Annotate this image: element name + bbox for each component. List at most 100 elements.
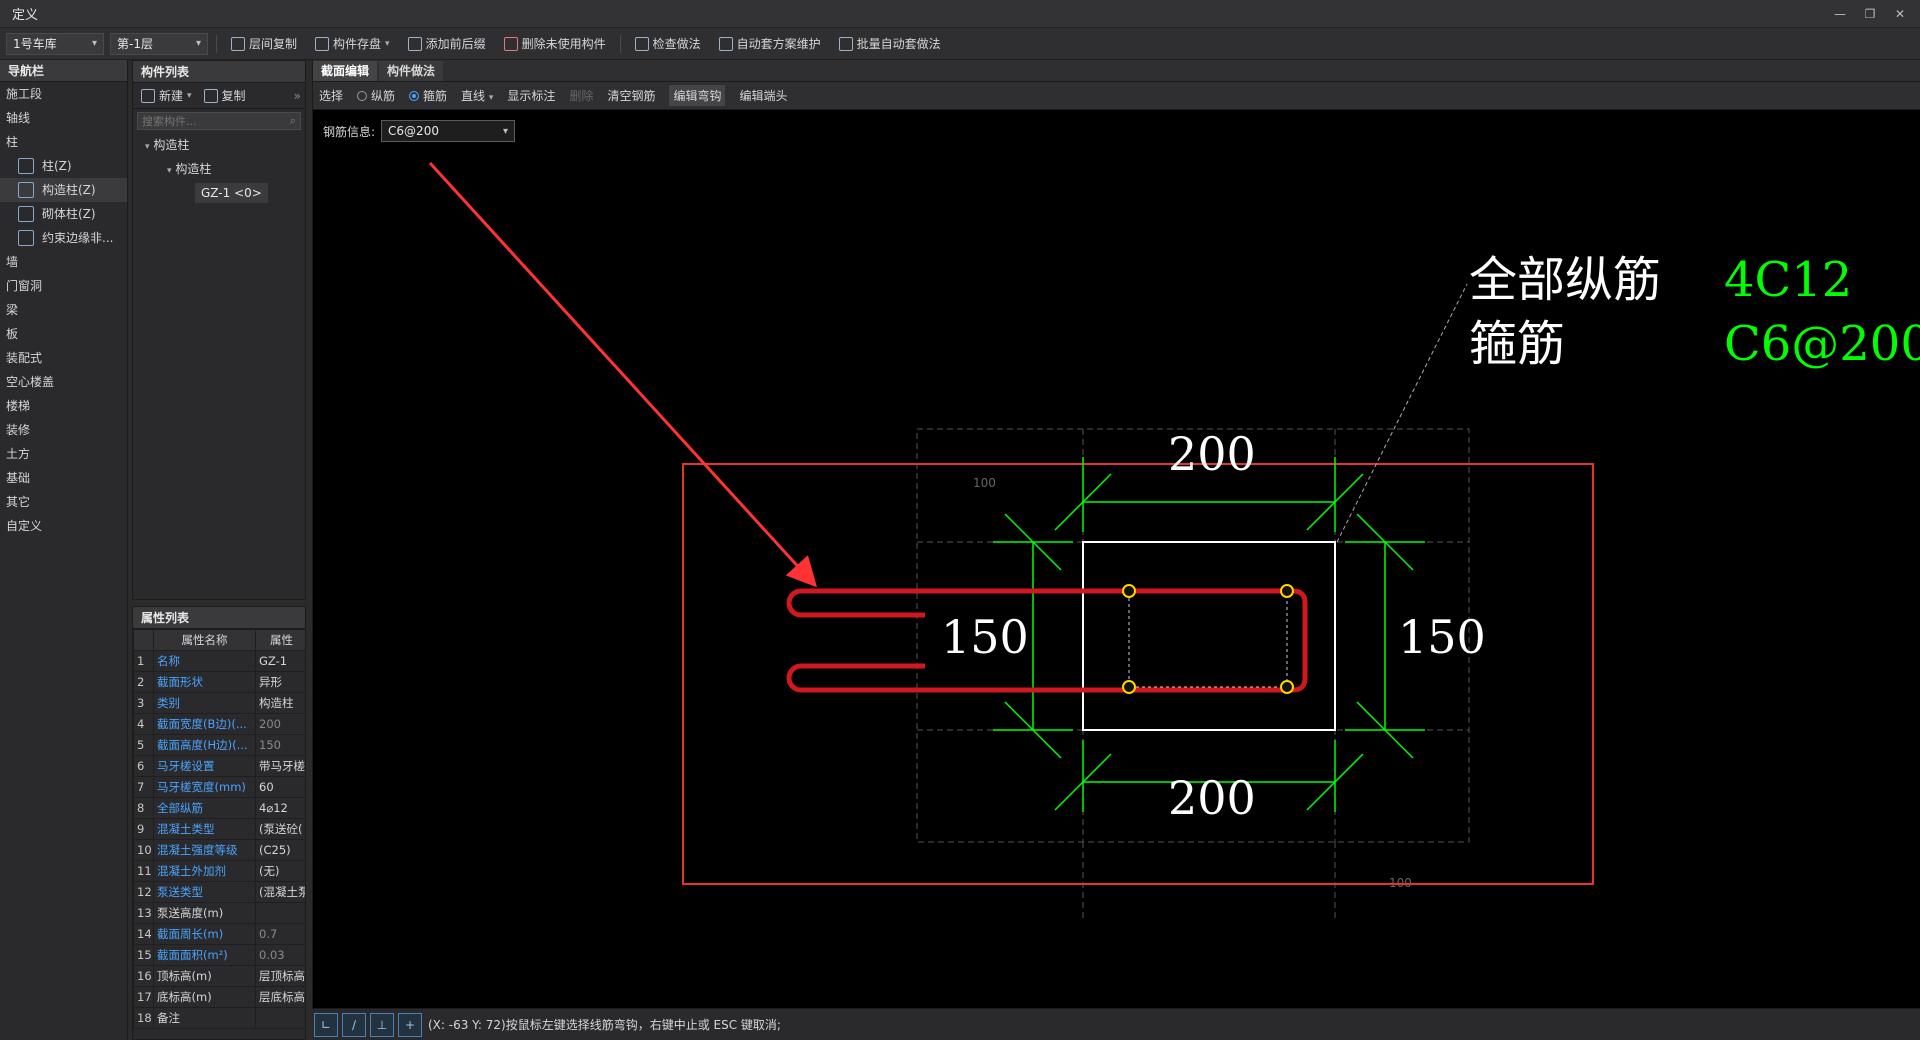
copy-between-floors-button[interactable]: 层间复制	[225, 32, 303, 56]
tree-node-root[interactable]: ▾ 构造柱	[133, 133, 305, 157]
expand-icon[interactable]: ▾	[145, 142, 150, 152]
property-value[interactable]	[255, 902, 305, 924]
nav-item-constructional-column[interactable]: 构造柱(Z)	[0, 178, 127, 202]
table-row[interactable]: 5 截面高度(H边)(... 150	[133, 734, 305, 756]
angle-snap-icon[interactable]: ∕	[342, 1012, 366, 1037]
tab-section-edit[interactable]: 截面编辑	[313, 61, 378, 81]
table-row[interactable]: 11 混凝土外加剂 (无)	[133, 860, 305, 882]
property-value[interactable]: 构造柱	[255, 692, 305, 714]
table-row[interactable]: 10 混凝土强度等级 (C25)	[133, 839, 305, 861]
property-value[interactable]: 0.7	[255, 923, 305, 945]
longitudinal-radio[interactable]: 纵筋	[357, 87, 395, 104]
property-value[interactable]: 带马牙槎	[255, 755, 305, 777]
property-value[interactable]: (泵送砼(	[255, 818, 305, 840]
close-icon[interactable]: ✕	[1888, 4, 1912, 24]
property-value[interactable]: (混凝土泵	[255, 881, 305, 903]
nav-item-column-z[interactable]: 柱(Z)	[0, 154, 127, 178]
table-row[interactable]: 6 马牙槎设置 带马牙槎	[133, 755, 305, 777]
component-search[interactable]: ⌕	[137, 112, 301, 130]
table-row[interactable]: 4 截面宽度(B边)(... 200	[133, 713, 305, 735]
search-icon[interactable]: ⌕	[290, 114, 296, 128]
longitudinal-bar[interactable]	[1280, 584, 1294, 598]
table-row[interactable]: 1 名称 GZ-1	[133, 650, 305, 672]
property-value[interactable]: 层底标高	[255, 986, 305, 1008]
nav-item-masonry-column[interactable]: 砌体柱(Z)	[0, 202, 127, 226]
table-row[interactable]: 15 截面面积(m²) 0.03	[133, 944, 305, 966]
minimize-icon[interactable]: —	[1828, 4, 1852, 24]
table-row[interactable]: 7 马牙槎宽度(mm) 60	[133, 776, 305, 798]
nav-item-decoration[interactable]: 装修	[0, 418, 127, 442]
property-value[interactable]: 0.03	[255, 944, 305, 966]
table-row[interactable]: 12 泵送类型 (混凝土泵	[133, 881, 305, 903]
nav-item-earthwork[interactable]: 土方	[0, 442, 127, 466]
table-row[interactable]: 3 类别 构造柱	[133, 692, 305, 714]
property-value[interactable]	[255, 1007, 305, 1029]
coordinate-input-icon[interactable]: +	[398, 1012, 422, 1037]
component-gz1[interactable]: GZ-1 <0>	[195, 183, 268, 203]
search-input[interactable]	[142, 114, 282, 128]
nav-item-slab[interactable]: 板	[0, 322, 127, 346]
copy-component-button[interactable]: 复制	[202, 84, 248, 108]
nav-item-other[interactable]: 其它	[0, 490, 127, 514]
select-tool[interactable]: 选择	[319, 87, 343, 104]
nav-item-prefab[interactable]: 装配式	[0, 346, 127, 370]
nav-item-openings[interactable]: 门窗洞	[0, 274, 127, 298]
line-tool[interactable]: 直线 ▾	[461, 87, 493, 104]
column-outline[interactable]	[1082, 541, 1336, 731]
property-value[interactable]: 层顶标高	[255, 965, 305, 987]
table-row[interactable]: 18 备注	[133, 1007, 305, 1029]
expand-icon[interactable]: ▾	[167, 166, 172, 176]
stirrup-hook-bottom[interactable]	[786, 663, 925, 693]
corner-bars[interactable]	[1122, 584, 1294, 694]
table-row[interactable]: 8 全部纵筋 4⌀12	[133, 797, 305, 819]
stirrup-hook-top[interactable]	[786, 588, 925, 618]
longitudinal-bar[interactable]	[1122, 680, 1136, 694]
table-row[interactable]: 17 底标高(m) 层底标高	[133, 986, 305, 1008]
tree-node-child[interactable]: ▾ 构造柱	[133, 157, 305, 181]
nav-item-wall[interactable]: 墙	[0, 250, 127, 274]
nav-item-beam[interactable]: 梁	[0, 298, 127, 322]
clear-rebar-tool[interactable]: 清空钢筋	[607, 87, 655, 104]
longitudinal-bar[interactable]	[1122, 584, 1136, 598]
property-value[interactable]: GZ-1	[255, 650, 305, 672]
property-value[interactable]: 60	[255, 776, 305, 798]
show-labels-tool[interactable]: 显示标注	[507, 87, 555, 104]
check-method-button[interactable]: 检查做法	[629, 32, 707, 56]
tab-component-method[interactable]: 构件做法	[379, 61, 444, 81]
table-row[interactable]: 9 混凝土类型 (泵送砼(	[133, 818, 305, 840]
property-value[interactable]: 150	[255, 734, 305, 756]
rebar-info-select[interactable]: C6@200 ▾	[381, 120, 516, 142]
property-value[interactable]: 异形	[255, 671, 305, 693]
nav-item-stairs[interactable]: 楼梯	[0, 394, 127, 418]
drawing-canvas[interactable]: 钢筋信息: C6@200 ▾ 100 100 200 200 150 150 全…	[313, 110, 1920, 1008]
stirrup-rebar[interactable]	[801, 588, 1308, 693]
auto-scheme-button[interactable]: 自动套方案维护	[713, 32, 827, 56]
perpendicular-snap-icon[interactable]: ⊥	[370, 1012, 394, 1037]
property-value[interactable]: 4⌀12	[255, 797, 305, 819]
property-value[interactable]: 200	[255, 713, 305, 735]
delete-unused-button[interactable]: 删除未使用构件	[498, 32, 612, 56]
edit-hook-tool[interactable]: 编辑弯钩	[669, 85, 726, 106]
nav-item-construction-stage[interactable]: 施工段	[0, 82, 127, 106]
edit-end-tool[interactable]: 编辑端头	[739, 87, 787, 104]
delete-tool[interactable]: 删除	[569, 87, 593, 104]
table-row[interactable]: 13 泵送高度(m)	[133, 902, 305, 924]
nav-item-hollow-floor[interactable]: 空心楼盖	[0, 370, 127, 394]
save-component-button[interactable]: 构件存盘 ▾	[309, 32, 396, 56]
property-value[interactable]: (C25)	[255, 839, 305, 861]
stirrup-radio[interactable]: 箍筋	[409, 87, 447, 104]
project-select[interactable]: 1号车库 ▾	[6, 32, 104, 55]
orthogonal-snap-icon[interactable]: ∟	[314, 1012, 338, 1037]
add-prefix-suffix-button[interactable]: 添加前后缀	[402, 32, 492, 56]
table-row[interactable]: 14 截面周长(m) 0.7	[133, 923, 305, 945]
table-row[interactable]: 16 顶标高(m) 层顶标高	[133, 965, 305, 987]
nav-item-constraint-edge[interactable]: 约束边缘非...	[0, 226, 127, 250]
new-component-button[interactable]: 新建 ▾	[139, 84, 194, 108]
nav-item-foundation[interactable]: 基础	[0, 466, 127, 490]
property-value[interactable]: (无)	[255, 860, 305, 882]
nav-item-custom[interactable]: 自定义	[0, 514, 127, 538]
batch-auto-method-button[interactable]: 批量自动套做法	[833, 32, 947, 56]
floor-select[interactable]: 第-1层 ▾	[110, 32, 208, 55]
nav-item-column[interactable]: 柱	[0, 130, 127, 154]
longitudinal-bar[interactable]	[1280, 680, 1294, 694]
